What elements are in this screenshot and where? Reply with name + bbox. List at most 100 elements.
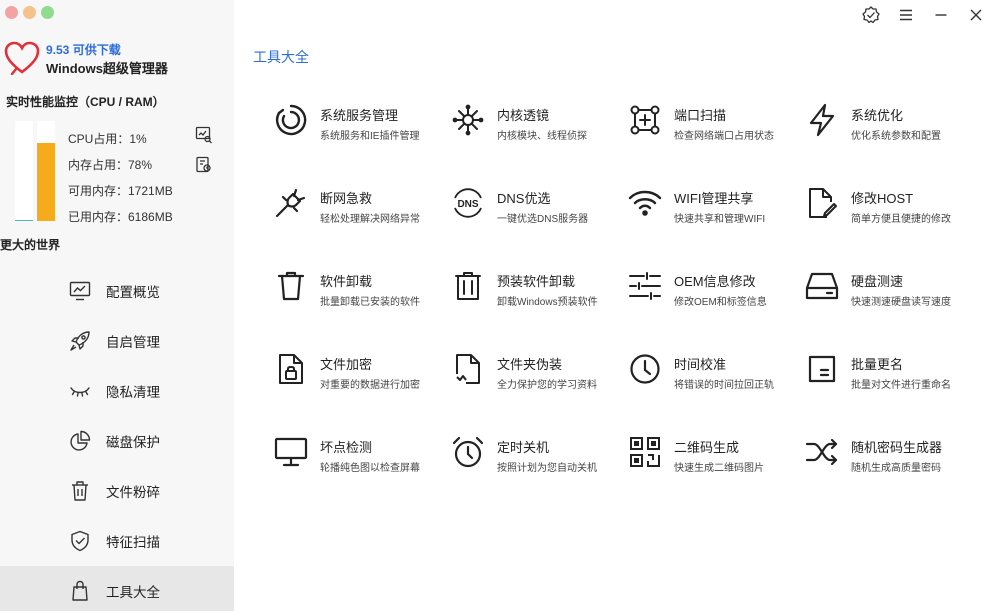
window-traffic-lights xyxy=(5,6,54,19)
tool-name: 文件加密 xyxy=(320,357,373,372)
tool-name: WIFI管理共享 xyxy=(674,191,754,206)
available-memory-text: 可用内存：1721MB xyxy=(68,184,173,198)
tool-name: 软件卸载 xyxy=(320,274,373,289)
nav-item-startup-manager[interactable]: 自启管理 xyxy=(0,316,234,366)
tool-name: 端口扫描 xyxy=(674,108,727,123)
nav-label: 文件粉碎 xyxy=(106,485,160,500)
tool-network-rescue[interactable]: 断网急救 轻松处理解决网络异常 xyxy=(270,183,447,266)
tool-oem-info[interactable]: OEM信息修改 修改OEM和标签信息 xyxy=(624,266,801,349)
cpu-usage-text: CPU占用：1% xyxy=(68,132,147,146)
tool-desc: 快速测速硬盘读写速度 xyxy=(851,297,951,308)
close-window-button[interactable] xyxy=(5,6,18,19)
used-memory-text: 已用内存：6186MB xyxy=(68,210,173,224)
monitor-icon xyxy=(270,432,312,472)
tool-port-scan[interactable]: 端口扫描 检查网络端口占用状态 xyxy=(624,100,801,183)
tool-desc: 内核模块、线程侦探 xyxy=(497,131,587,142)
tool-desc: 批量卸载已安装的软件 xyxy=(320,297,420,308)
tool-random-password[interactable]: 随机密码生成器 随机生成高质量密码 xyxy=(801,432,978,515)
tool-desc: 轻松处理解决网络异常 xyxy=(320,214,420,225)
tool-disk-speed[interactable]: 硬盘测速 快速测速硬盘读写速度 xyxy=(801,266,978,349)
sidebar-nav: 配置概览 自启管理 隐私清理 磁盘保护 文件粉碎 特征扫描 工具大全 xyxy=(0,266,234,611)
tool-dns-optimize[interactable]: DNS DNS优选 一键优选DNS服务器 xyxy=(447,183,624,266)
memory-detail-icon[interactable] xyxy=(195,156,213,174)
tool-folder-disguise[interactable]: 文件夹伪装 全力保护您的学习资料 xyxy=(447,349,624,432)
nav-label: 磁盘保护 xyxy=(106,435,160,450)
tool-name: 文件夹伪装 xyxy=(497,357,563,372)
page-title: 工具大全 xyxy=(253,49,309,65)
clock-icon xyxy=(624,349,666,389)
tool-desc: 检查网络端口占用状态 xyxy=(674,131,774,142)
cpu-usage-bar xyxy=(15,121,33,221)
tool-desc: 将错误的时间拉回正轨 xyxy=(674,380,774,391)
tool-system-optimize[interactable]: 系统优化 优化系统参数和配置 xyxy=(801,100,978,183)
nav-label: 自启管理 xyxy=(106,335,160,350)
sliders-icon xyxy=(624,266,666,306)
plug-icon xyxy=(270,183,312,223)
tool-qrcode-generator[interactable]: 二维码生成 快速生成二维码图片 xyxy=(624,432,801,515)
virus-icon xyxy=(447,100,489,140)
close-icon[interactable] xyxy=(967,6,985,24)
tool-name: 批量更名 xyxy=(851,357,904,372)
memory-usage-text: 内存占用：78% xyxy=(68,158,153,172)
shuffle-icon xyxy=(801,432,843,472)
nav-item-privacy-cleanup[interactable]: 隐私清理 xyxy=(0,366,234,416)
tool-name: 时间校准 xyxy=(674,357,727,372)
file-edit-icon xyxy=(801,183,843,223)
tool-name: 坏点检测 xyxy=(320,440,373,455)
tool-desc: 随机生成高质量密码 xyxy=(851,463,941,474)
tool-edit-host[interactable]: 修改HOST 简单方便且便捷的修改 xyxy=(801,183,978,266)
nav-label: 工具大全 xyxy=(106,585,160,600)
tool-software-uninstall[interactable]: 软件卸载 批量卸载已安装的软件 xyxy=(270,266,447,349)
dns-icon: DNS xyxy=(447,183,489,223)
cpu-detail-icon[interactable] xyxy=(195,126,213,144)
minimize-icon[interactable] xyxy=(932,6,950,24)
tool-batch-rename[interactable]: 批量更名 批量对文件进行重命名 xyxy=(801,349,978,432)
menu-icon[interactable] xyxy=(897,6,915,24)
nav-label: 配置概览 xyxy=(106,285,160,300)
tool-desc: 系统服务和IE插件管理 xyxy=(320,131,420,142)
tool-name: 修改HOST xyxy=(851,191,914,206)
monitor-title: 实时性能监控（CPU / RAM） xyxy=(6,95,165,109)
tool-system-service[interactable]: 系统服务管理 系统服务和IE插件管理 xyxy=(270,100,447,183)
rocket-icon xyxy=(68,329,92,353)
tool-desc: 快速共享和管理WIFI xyxy=(674,214,766,225)
minimize-window-button[interactable] xyxy=(23,6,36,19)
verified-badge-icon[interactable] xyxy=(862,6,880,24)
tool-scheduled-shutdown[interactable]: 定时关机 按照计划为您自动关机 xyxy=(447,432,624,515)
tool-desc: 按照计划为您自动关机 xyxy=(497,463,597,474)
tool-file-encrypt[interactable]: 文件加密 对重要的数据进行加密 xyxy=(270,349,447,432)
sidebar: 9.53 可供下载 Windows超级管理器 实时性能监控（CPU / RAM）… xyxy=(0,0,234,611)
tool-name: 预装软件卸载 xyxy=(497,274,576,289)
tool-desc: 卸载Windows预装软件 xyxy=(497,297,598,308)
nav-item-file-shredder[interactable]: 文件粉碎 xyxy=(0,466,234,516)
trash-can-icon xyxy=(270,266,312,306)
memory-usage-fill xyxy=(37,143,55,221)
maximize-window-button[interactable] xyxy=(41,6,54,19)
tool-name: OEM信息修改 xyxy=(674,274,756,289)
tool-name: 内核透镜 xyxy=(497,108,550,123)
tool-time-sync[interactable]: 时间校准 将错误的时间拉回正轨 xyxy=(624,349,801,432)
service-ring-icon xyxy=(270,100,312,140)
nav-item-tools[interactable]: 工具大全 xyxy=(0,566,234,611)
shield-check-icon xyxy=(68,529,92,553)
port-scan-icon xyxy=(624,100,666,140)
tool-name: 二维码生成 xyxy=(674,440,740,455)
file-broken-icon xyxy=(447,349,489,389)
hard-drive-icon xyxy=(801,266,843,306)
tool-preinstalled-uninstall[interactable]: 预装软件卸载 卸载Windows预装软件 xyxy=(447,266,624,349)
nav-item-feature-scan[interactable]: 特征扫描 xyxy=(0,516,234,566)
update-available-link[interactable]: 9.53 可供下载 xyxy=(46,41,121,58)
nav-item-config-overview[interactable]: 配置概览 xyxy=(0,266,234,316)
tool-desc: 快速生成二维码图片 xyxy=(674,463,764,474)
lightning-icon xyxy=(801,100,843,140)
wifi-icon xyxy=(624,183,666,223)
nav-item-disk-protection[interactable]: 磁盘保护 xyxy=(0,416,234,466)
tool-name: 系统服务管理 xyxy=(320,108,399,123)
monitor-chart-icon xyxy=(68,279,92,303)
app-name: Windows超级管理器 xyxy=(46,61,168,76)
tool-dead-pixel-check[interactable]: 坏点检测 轮播纯色图以检查屏幕 xyxy=(270,432,447,515)
tool-kernel-lens[interactable]: 内核透镜 内核模块、线程侦探 xyxy=(447,100,624,183)
tool-desc: 批量对文件进行重命名 xyxy=(851,380,951,391)
tool-wifi-share[interactable]: WIFI管理共享 快速共享和管理WIFI xyxy=(624,183,801,266)
tool-name: 断网急救 xyxy=(320,191,373,206)
